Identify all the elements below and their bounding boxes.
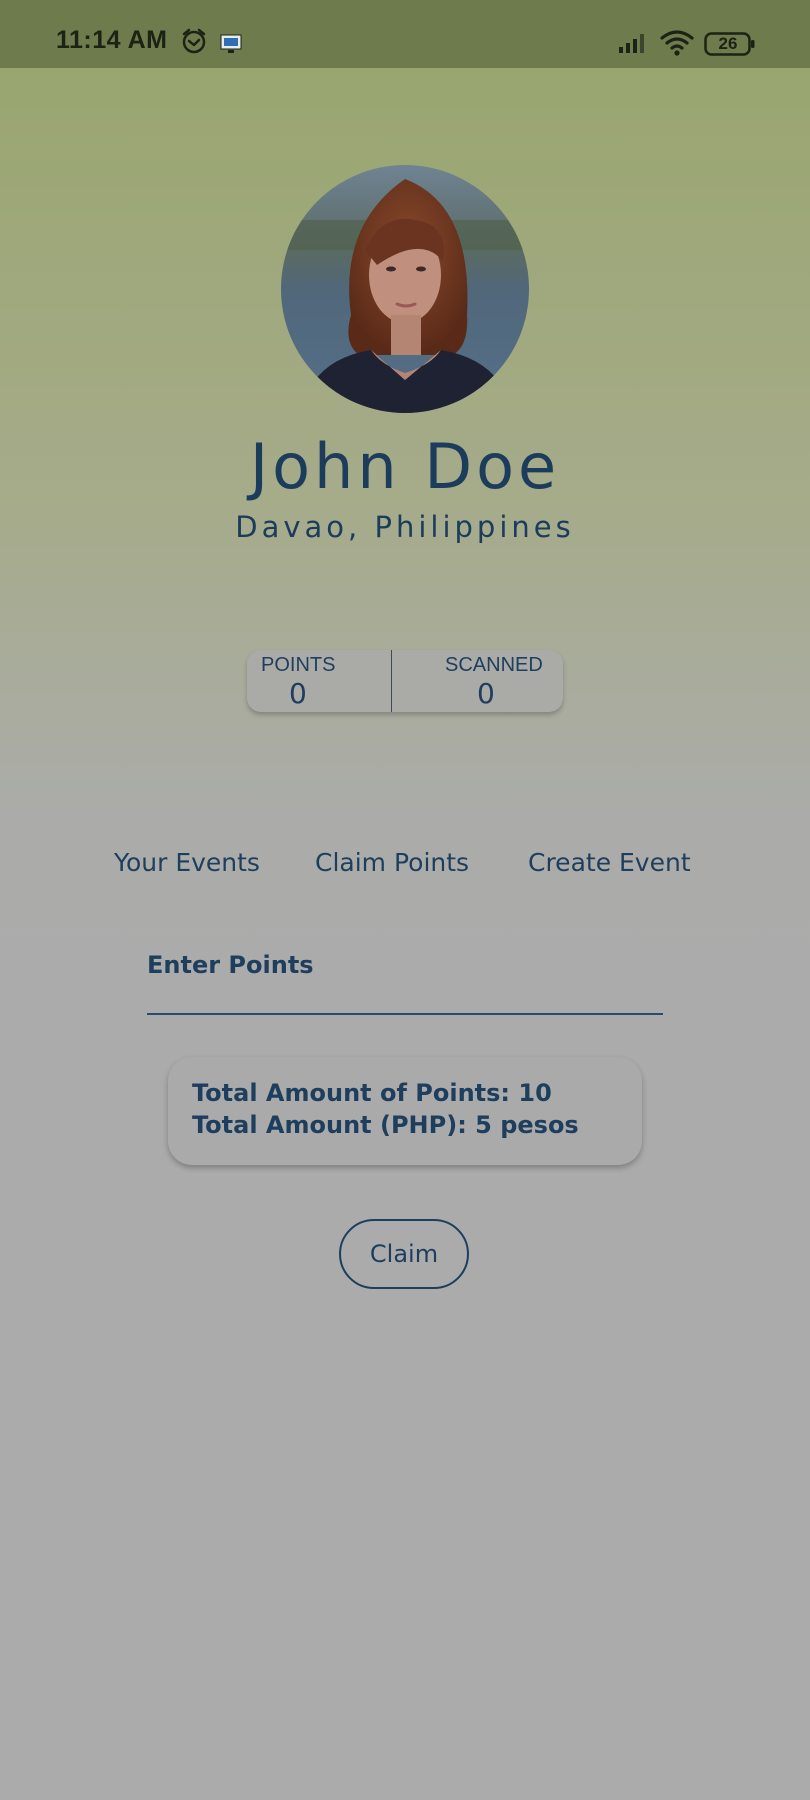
- profile-location: Davao, Philippines: [235, 510, 575, 544]
- tab-claim-points[interactable]: Claim Points: [315, 848, 469, 877]
- points-input-label: Enter Points: [147, 951, 314, 979]
- profile-name: John Doe: [249, 430, 561, 503]
- tab-your-events[interactable]: Your Events: [114, 848, 260, 877]
- battery-level: 26: [718, 34, 738, 53]
- profile-photo: [281, 165, 529, 413]
- claim-button[interactable]: Claim: [339, 1219, 469, 1289]
- points-value: 0: [289, 677, 307, 710]
- status-time: 11:14 AM: [56, 26, 168, 54]
- claim-summary-card: Total Amount of Points: 10 Total Amount …: [168, 1057, 642, 1165]
- scanned-stat: SCANNED 0: [392, 650, 563, 712]
- screen-mirror-icon: [220, 34, 242, 53]
- total-php-text: Total Amount (PHP): 5 pesos: [192, 1111, 579, 1139]
- scanned-value: 0: [477, 677, 495, 710]
- alarm-icon: [182, 28, 206, 54]
- tab-create-event[interactable]: Create Event: [528, 848, 691, 877]
- points-label: POINTS: [261, 654, 336, 676]
- scanned-label: SCANNED: [445, 654, 543, 676]
- points-input[interactable]: Enter Points: [147, 945, 663, 1015]
- points-stat: POINTS 0: [247, 650, 391, 712]
- status-bar: 11:14 AM 26: [0, 0, 810, 68]
- total-points-text: Total Amount of Points: 10: [192, 1079, 552, 1107]
- stats-card: POINTS 0 SCANNED 0: [247, 650, 563, 712]
- avatar: [281, 165, 529, 413]
- signal-icon: [619, 34, 644, 53]
- wifi-icon: [660, 30, 694, 56]
